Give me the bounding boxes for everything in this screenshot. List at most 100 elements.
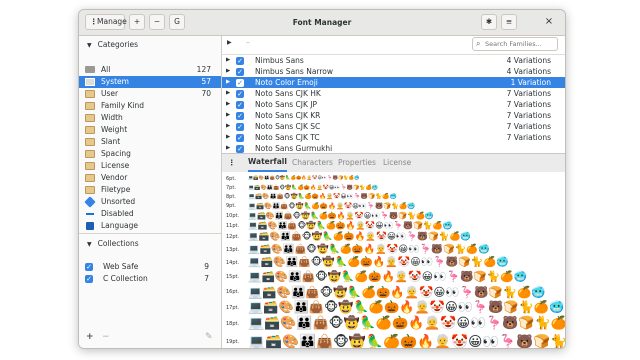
font-variations: 7 Variations [506,111,551,120]
expander-icon[interactable]: ▶ [226,88,230,99]
remove-button[interactable]: − [149,14,165,30]
font-row[interactable]: ▶ ✓ Nimbus Sans Narrow 4 Variations [222,66,565,77]
font-row[interactable]: ▶ ✓ Noto Sans CJK JP 7 Variations [222,99,565,110]
font-row[interactable]: ▶ ✓ Noto Sans CJK TC 7 Variations [222,132,565,143]
collection-web-safe[interactable]: ✓ Web Safe 9 [79,261,221,273]
category-license[interactable]: License [79,160,221,172]
tab-license[interactable]: License [383,154,411,172]
size-label: 10pt. [226,212,240,219]
google-fonts-button[interactable]: G [169,14,185,30]
folder-icon [85,138,95,146]
expander-icon[interactable]: ▶ [226,99,230,110]
font-row[interactable]: ▶ ✓ Noto Sans CJK KR 7 Variations [222,110,565,121]
tools-button[interactable]: ✱ [481,14,497,30]
expander-icon[interactable]: ▶ [226,77,230,88]
expander-icon[interactable]: ▶ [226,132,230,143]
collection-checkbox[interactable]: ✓ [85,263,93,271]
category-slant[interactable]: Slant [79,136,221,148]
category-label: System [101,77,129,86]
collection-checkbox[interactable]: ✓ [85,275,93,283]
expander-icon[interactable]: ▶ [226,143,230,153]
category-unsorted[interactable]: Unsorted [79,196,221,208]
font-variations: 7 Variations [506,89,551,98]
waterfall-row: 9pt. 💻🗃️🎨👪👜🐵🤠🦜🍊🎃🔥🧑‍🦳🤡😀👀🦩🐻🍞🐈🍊🥶 [222,202,565,210]
collapse-all-button[interactable]: – [246,38,250,47]
manage-menu-button[interactable]: ⋮ Manage [85,14,127,30]
size-label: 17pt. [226,304,240,311]
font-checkbox[interactable]: ✓ [236,122,244,131]
collections-header[interactable]: ▼ Collections [79,237,221,251]
category-all[interactable]: All 127 [79,64,221,76]
font-row[interactable]: ▶ ✓ Noto Sans CJK HK 7 Variations [222,88,565,99]
category-label: Disabled [101,209,134,218]
category-family-kind[interactable]: Family Kind [79,100,221,112]
category-language[interactable]: Language [79,220,221,232]
font-row[interactable]: ▶ ✓ Noto Sans CJK SC 7 Variations [222,121,565,132]
waterfall-row: 18pt. 💻🗃️🎨👪👜🐵🤠🦜🍊🎃🔥🧑‍🦳🤡😀👀🦩🐻🍞🐈🍊🥶 [222,316,565,332]
font-checkbox[interactable]: ✓ [236,67,244,76]
font-checkbox[interactable]: ✓ [236,111,244,120]
tab-characters[interactable]: Characters [292,154,333,172]
category-width[interactable]: Width [79,112,221,124]
search-input[interactable] [485,38,555,50]
tab-properties[interactable]: Properties [338,154,376,172]
expander-icon[interactable]: ▶ [226,121,230,132]
emoji-sample: 💻🗃️🎨👪👜🐵🤠🦜🍊🎃🔥🧑‍🦳🤡😀👀🦩🐻🍞🐈🍊🥶 [248,221,453,231]
font-name: Noto Sans Gurmukhi [255,144,333,153]
font-variations: 7 Variations [506,133,551,142]
collection-count: 7 [204,274,209,283]
category-weight[interactable]: Weight [79,124,221,136]
categories-header[interactable]: ▼ Categories [79,38,221,52]
close-button[interactable]: × [541,14,557,30]
size-label: 14pt. [226,259,240,266]
category-label: Filetype [101,185,131,194]
category-count: 127 [196,65,211,74]
emoji-sample: 💻🗃️🎨👪👜🐵🤠🦜🍊🎃🔥🧑‍🦳🤡😀👀🦩🐻🍞🐈🍊🥶 [248,316,565,332]
font-checkbox[interactable]: ✓ [236,100,244,109]
preview-tabs: ⋮ Waterfall Characters Properties Licens… [222,153,565,173]
category-filetype[interactable]: Filetype [79,184,221,196]
expander-icon[interactable]: ▶ [226,55,230,66]
font-row-selected[interactable]: ▶ ✓ Noto Color Emoji 1 Variation [222,77,565,88]
waterfall-row: 6pt. 💻🗃️🎨👪👜🐵🤠🦜🍊🎃🔥🧑‍🦳🤡😀👀🦩🐻🍞🐈🍊🥶 [222,175,565,183]
folder-icon [85,114,95,122]
category-label: All [101,65,111,74]
emoji-sample: 💻🗃️🎨👪👜🐵🤠🦜🍊🎃🔥🧑‍🦳🤡😀👀🦩🐻🍞🐈🍊🥶 [248,202,416,210]
emoji-sample: 💻🗃️🎨👪👜🐵🤠🦜🍊🎃🔥🧑‍🦳🤡😀👀🦩🐻🍞🐈🍊🥶 [248,284,546,299]
search-field[interactable]: ⌕ [472,37,558,51]
font-row[interactable]: ▶ ✓ Noto Sans Gurmukhi [222,143,565,153]
emoji-sample: 💻🗃️🎨👪👜🐵🤠🦜🍊🎃🔥🧑‍🦳🤡😀👀🦩🐻🍞🐈🍊🥶 [248,211,434,221]
expander-icon[interactable]: ▶ [226,66,230,77]
category-vendor[interactable]: Vendor [79,172,221,184]
add-collection-button[interactable]: + [86,332,94,342]
font-checkbox[interactable]: ✓ [236,144,244,153]
tab-waterfall[interactable]: Waterfall [248,154,287,172]
folder-icon [85,102,95,110]
main-menu-button[interactable]: ≡ [501,14,517,30]
waterfall-row: 16pt. 💻🗃️🎨👪👜🐵🤠🦜🍊🎃🔥🧑‍🦳🤡😀👀🦩🐻🍞🐈🍊🥶 [222,285,565,299]
font-manager-window: ⋮ Manage + − G Font Manager ✱ ≡ × ▼ Categ… [78,9,566,349]
font-checkbox[interactable]: ✓ [236,133,244,142]
waterfall-row: 11pt. 💻🗃️🎨👪👜🐵🤠🦜🍊🎃🔥🧑‍🦳🤡😀👀🦩🐻🍞🐈🍊🥶 [222,221,565,231]
add-button[interactable]: + [129,14,145,30]
category-system[interactable]: System 57 [79,76,221,88]
emoji-sample: 💻🗃️🎨👪👜🐵🤠🦜🍊🎃🔥🧑‍🦳🤡😀👀🦩🐻🍞🐈🍊🥶 [248,300,565,314]
font-row[interactable]: ▶ ✓ Nimbus Sans 4 Variations [222,55,565,66]
expand-all-icon[interactable]: ▶ [227,39,232,46]
category-disabled[interactable]: Disabled [79,208,221,220]
waterfall-row: 8pt. 💻🗃️🎨👪👜🐵🤠🦜🍊🎃🔥🧑‍🦳🤡😀👀🦩🐻🍞🐈🍊🥶 [222,193,565,201]
font-checkbox[interactable]: ✓ [236,78,244,87]
category-user[interactable]: User 70 [79,88,221,100]
font-list-toolbar: ▶ – ⌕ [222,36,565,55]
category-spacing[interactable]: Spacing [79,148,221,160]
category-label: Vendor [101,173,128,182]
font-checkbox[interactable]: ✓ [236,56,244,65]
expander-icon[interactable]: ▶ [226,110,230,121]
edit-collection-icon[interactable]: ✎ [205,332,213,342]
font-checkbox[interactable]: ✓ [236,89,244,98]
kebab-icon[interactable]: ⋮ [228,154,236,172]
font-variations: 4 Variations [506,56,551,65]
collection-c-collection[interactable]: ✓ C Collection 7 [79,273,221,285]
remove-collection-button[interactable]: − [102,332,110,342]
category-label: License [101,161,130,170]
